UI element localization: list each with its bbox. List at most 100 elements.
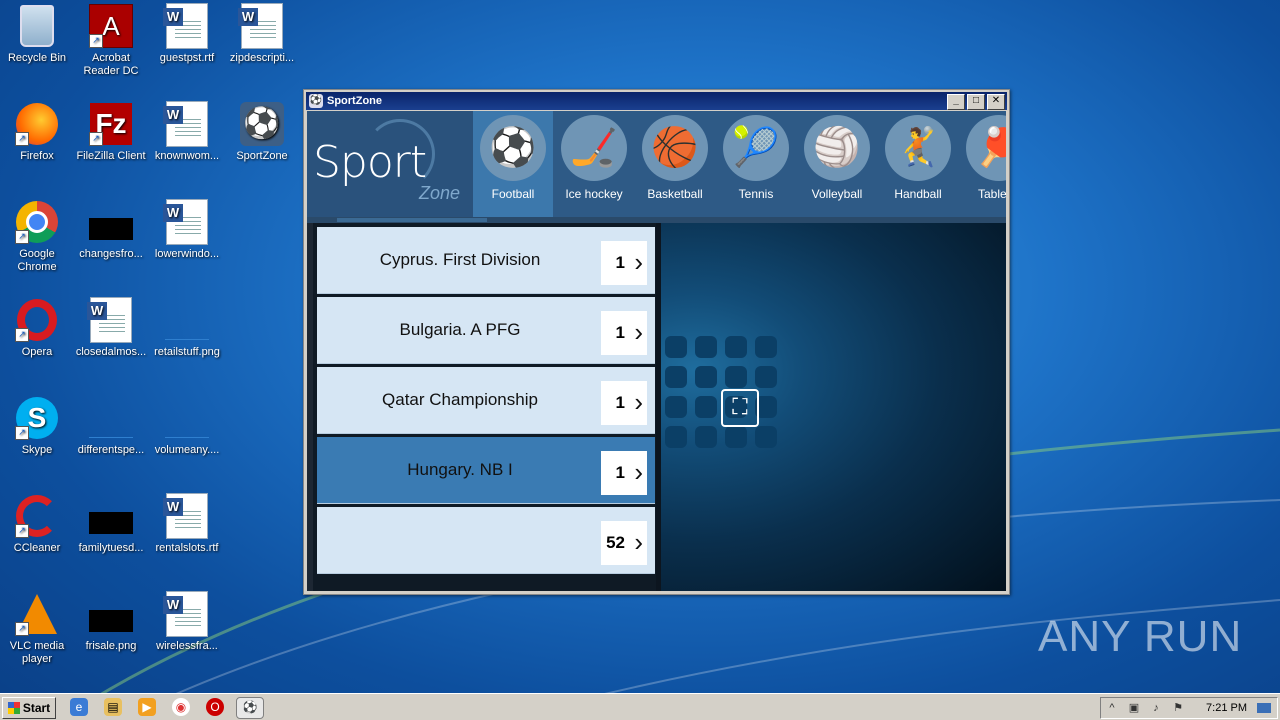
league-row[interactable]: 52 › (317, 507, 655, 574)
fullscreen-icon[interactable]: ⛶ (721, 389, 759, 427)
desktop-icon-filezilla-client[interactable]: Fz ↗ FileZilla Client (74, 102, 148, 163)
sport-tab-label: Ice hockey (565, 187, 623, 201)
chevron-right-icon: › (634, 457, 643, 487)
desktop-icon-wirelessfra[interactable]: Wwirelessfra... (150, 591, 224, 653)
desktop-icon-zipdescripti[interactable]: Wzipdescripti... (225, 3, 299, 65)
desktop-icon-google-chrome[interactable]: ↗ Google Chrome (0, 200, 74, 274)
sportzone-taskbar-button[interactable]: ⚽ (236, 697, 264, 719)
match-count: 1 (615, 253, 625, 272)
word-doc-icon: W (87, 297, 133, 343)
desktop-icon-label: frisale.png (85, 640, 137, 652)
league-name (317, 507, 603, 573)
sport-tab-label: Tennis (738, 187, 774, 201)
table-te-icon: 🏓 (966, 115, 1006, 181)
opera-taskbar-icon[interactable]: O (206, 698, 224, 716)
sport-tab-ice-hockey[interactable]: 🏒 Ice hockey (554, 111, 634, 217)
league-count-button[interactable]: 1 › (601, 311, 647, 355)
desktop-icon-sportzone[interactable]: ⚽ SportZone (225, 102, 299, 163)
desktop-icon-rentalslots-rtf[interactable]: Wrentalslots.rtf (150, 493, 224, 555)
league-count-button[interactable]: 1 › (601, 241, 647, 285)
media-player-icon[interactable]: ▶ (138, 698, 156, 716)
show-hidden-icons-icon[interactable]: ^ (1105, 701, 1119, 715)
desktop-icon-frisale-png[interactable]: frisale.png (74, 592, 148, 653)
desktop-icon-label: VLC media player (9, 640, 65, 665)
desktop-icon-label: zipdescripti... (229, 52, 295, 64)
league-count-button[interactable]: 1 › (601, 451, 647, 495)
desktop-icon-opera[interactable]: ↗ Opera (0, 298, 74, 359)
desktop-icon-volumeany[interactable]: volumeany.... (150, 396, 224, 457)
windows-flag-icon (7, 702, 20, 714)
desktop-icon-knownwom[interactable]: Wknownwom... (150, 101, 224, 163)
desktop-icon-label: differentspe... (77, 444, 145, 456)
tennis-icon: 🎾 (723, 115, 789, 181)
league-row[interactable]: Bulgaria. A PFG 1 › (317, 297, 655, 364)
flag-icon[interactable]: ⚑ (1171, 701, 1185, 715)
app-client-area: Sport Zone ⚽ Football 🏒 Ice hockey 🏀 Basketba… (307, 111, 1006, 591)
desktop-icon-recycle-bin[interactable]: Recycle Bin (0, 4, 74, 65)
logo-zone-text: Zone (419, 183, 461, 203)
window-title: SportZone (327, 95, 382, 107)
desktop-icon-ccleaner[interactable]: ↗ CCleaner (0, 494, 74, 555)
league-name: Bulgaria. A PFG (399, 320, 521, 339)
match-count: 1 (615, 393, 625, 412)
close-button[interactable]: ✕ (987, 94, 1005, 110)
sport-tab-football[interactable]: ⚽ Football (473, 111, 553, 217)
league-row[interactable]: Qatar Championship 1 › (317, 367, 655, 434)
sport-tab-tennis[interactable]: 🎾 Tennis (716, 111, 796, 217)
start-button[interactable]: Start (2, 697, 56, 719)
sport-tab-volleyball[interactable]: 🏐 Volleyball (797, 111, 877, 217)
scrollbar-thumb[interactable] (337, 218, 487, 222)
volume-icon[interactable]: ♪ (1149, 701, 1163, 715)
desktop-icon-closedalmos[interactable]: Wclosedalmos... (74, 297, 148, 359)
desktop-icon-label: familytuesd... (78, 542, 144, 554)
explorer-icon[interactable]: ▤ (104, 698, 122, 716)
sportzone-logo: Sport Zone (307, 111, 473, 217)
sport-tab-label: Football (491, 187, 535, 201)
league-count-button[interactable]: 52 › (601, 521, 647, 565)
desktop-icon-label: CCleaner (13, 542, 61, 554)
sportzone-icon: ⚽ (240, 102, 284, 146)
match-count: 1 (615, 323, 625, 342)
app-icon: ⚽ (309, 94, 323, 108)
sport-tab-handball[interactable]: 🤾 Handball (878, 111, 958, 217)
desktop-icon-differentspe[interactable]: differentspe... (74, 396, 148, 457)
sport-tab-table-te[interactable]: 🏓 Table te (959, 111, 1006, 217)
desktop-icon-changesfro[interactable]: changesfro... (74, 200, 148, 261)
desktop-icon-lowerwindo[interactable]: Wlowerwindo... (150, 199, 224, 261)
ccleaner-icon: ↗ (15, 494, 59, 538)
desktop-icon-skype[interactable]: S ↗ Skype (0, 396, 74, 457)
sportzone-window: ⚽ SportZone _ □ ✕ Sport Zone ⚽ Football 🏒 I… (303, 89, 1010, 595)
desktop-icon-label: rentalslots.rtf (155, 542, 219, 554)
chevron-right-icon: › (634, 527, 643, 557)
league-name: Qatar Championship (382, 390, 538, 409)
desktop-icon-label: Recycle Bin (7, 52, 67, 64)
filezilla-icon: Fz ↗ (89, 102, 133, 146)
desktop-icon-retailstuff-png[interactable]: retailstuff.png (150, 298, 224, 359)
image-file-icon (89, 396, 133, 440)
chrome-taskbar-icon[interactable]: ◉ (172, 698, 190, 716)
title-bar[interactable]: ⚽ SportZone _ □ ✕ (306, 92, 1007, 110)
ie-icon[interactable]: e (70, 698, 88, 716)
desktop-icon-firefox[interactable]: ↗ Firefox (0, 102, 74, 163)
desktop-icon-familytuesd[interactable]: familytuesd... (74, 494, 148, 555)
show-desktop-icon[interactable] (1257, 703, 1271, 713)
sport-tab-label: Basketball (647, 187, 703, 201)
word-doc-icon: W (163, 3, 209, 49)
league-row[interactable]: Cyprus. First Division 1 › (317, 227, 655, 294)
league-row[interactable]: Hungary. NB I 1 › (317, 437, 655, 504)
clock[interactable]: 7:21 PM (1206, 698, 1247, 718)
maximize-button[interactable]: □ (967, 94, 985, 110)
minimize-button[interactable]: _ (947, 94, 965, 110)
league-name: Hungary. NB I (407, 460, 513, 479)
league-count-button[interactable]: 1 › (601, 381, 647, 425)
image-file-icon (165, 396, 209, 440)
sport-tab-basketball[interactable]: 🏀 Basketball (635, 111, 715, 217)
desktop-icon-acrobat-reader-dc[interactable]: A ↗ Acrobat Reader DC (74, 4, 148, 78)
network-icon[interactable]: ▣ (1127, 701, 1141, 715)
firefox-icon: ↗ (15, 102, 59, 146)
desktop-icon-label: FileZilla Client (76, 150, 146, 162)
desktop-icon-vlc-media-player[interactable]: ↗ VLC media player (0, 592, 74, 666)
desktop-icon-guestpst-rtf[interactable]: Wguestpst.rtf (150, 3, 224, 65)
desktop-icon-label: wirelessfra... (156, 640, 218, 652)
desktop-icon-label: knownwom... (154, 150, 220, 162)
